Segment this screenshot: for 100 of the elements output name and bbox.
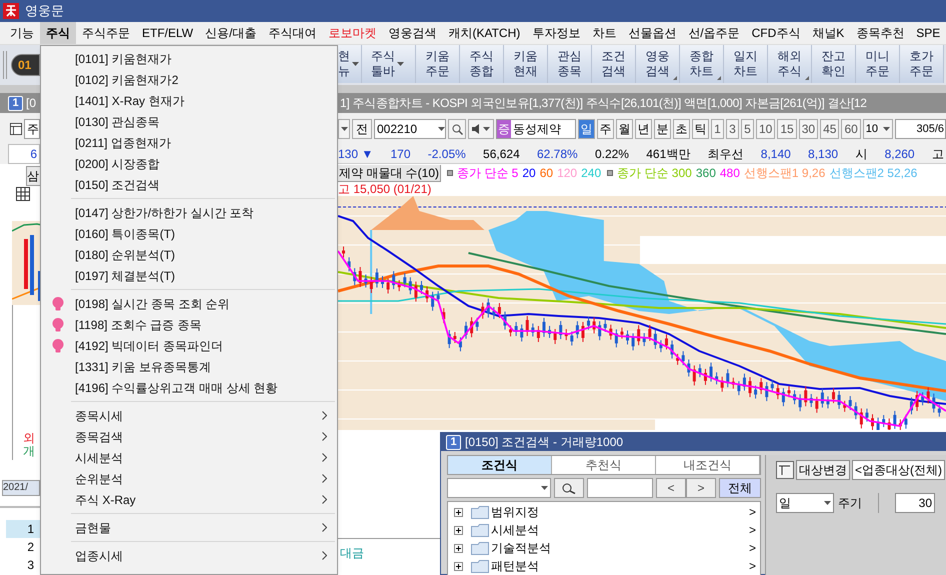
legend-toggle-icon[interactable] xyxy=(447,170,454,176)
menu-item[interactable]: [0147] 상한가/하한가 실시간 포착 xyxy=(41,202,337,223)
number-spinner[interactable]: 30 xyxy=(895,493,935,513)
toolbar-button[interactable]: 영웅 검색 xyxy=(636,45,680,83)
menu-item[interactable]: 주식 X-Ray xyxy=(41,489,337,510)
menu-bar-item[interactable]: 기능 xyxy=(4,22,40,44)
interval-button[interactable]: 15 xyxy=(777,119,797,139)
interval-button[interactable]: 45 xyxy=(820,119,840,139)
toolbar-button[interactable]: 잔고 확인 xyxy=(812,45,856,83)
unit-tab[interactable]: 분 xyxy=(654,119,671,139)
all-button[interactable]: 전체 xyxy=(719,478,761,498)
menu-bar-item[interactable]: 차트 xyxy=(586,22,622,44)
count-dropdown[interactable]: 10 xyxy=(862,119,893,139)
interval-button[interactable]: 30 xyxy=(798,119,818,139)
menu-item[interactable]: 종목시세 xyxy=(41,405,337,426)
menu-item[interactable]: [0200] 시장종합 xyxy=(41,153,337,174)
toolbar-button[interactable]: 주식 종합 xyxy=(460,45,504,83)
previous-button[interactable]: < xyxy=(656,478,686,498)
menu-bar-item[interactable]: 종목추천 xyxy=(850,22,910,44)
menu-item[interactable]: 금현물 xyxy=(41,517,337,538)
toolbar-button[interactable]: 키움 현재 xyxy=(504,45,548,83)
menu-bar-item[interactable]: 주식 xyxy=(40,22,76,44)
indicator-button[interactable]: 제약 매물대 수(10) xyxy=(338,164,442,182)
menu-bar-item[interactable]: 신용/대출 xyxy=(199,22,262,44)
stock-name-field[interactable]: 증 동성제약 xyxy=(496,119,576,139)
search-field[interactable] xyxy=(587,478,653,498)
screen-number-pill[interactable]: 01 xyxy=(11,54,40,76)
menu-item[interactable]: [0160] 특이종목(T) xyxy=(41,223,337,244)
period-tab[interactable]: 월 xyxy=(616,119,633,139)
period-dropdown[interactable]: 일 xyxy=(776,493,834,513)
tree-item[interactable]: 기술적분석 > xyxy=(448,539,760,557)
menu-bar-item[interactable]: 캐치(KATCH) xyxy=(442,22,526,44)
expand-icon[interactable] xyxy=(454,526,463,534)
menu-item[interactable]: 종목검색 xyxy=(41,426,337,447)
menu-item[interactable]: [0180] 순위분석(T) xyxy=(41,244,337,265)
menu-bar-item[interactable]: 영웅검색 xyxy=(382,22,442,44)
expand-icon[interactable] xyxy=(454,508,463,516)
search-button[interactable] xyxy=(448,119,466,139)
menu-item[interactable]: [0102] 키움현재가2 xyxy=(41,69,337,90)
next-button[interactable]: > xyxy=(686,478,716,498)
tab[interactable]: 조건식 xyxy=(448,456,552,474)
toolbar-button[interactable]: 미니 주문 xyxy=(856,45,900,83)
menu-item[interactable]: [1198] 조회수 급증 종목 xyxy=(41,314,337,335)
grid-icon[interactable] xyxy=(16,187,30,201)
period-tab[interactable]: 주 xyxy=(597,119,614,139)
expand-icon[interactable] xyxy=(454,544,463,552)
menu-item[interactable]: [0130] 관심종목 xyxy=(41,111,337,132)
menu-item[interactable]: [0198] 실시간 종목 조회 순위 xyxy=(41,293,337,314)
interval-button[interactable]: 3 xyxy=(726,119,739,139)
menu-bar-item[interactable]: ETF/ELW xyxy=(136,22,200,44)
menu-item[interactable]: [4192] 빅데이터 종목파인더 xyxy=(41,335,337,356)
tree-item[interactable]: 패턴분석 > xyxy=(448,557,760,575)
toolbar-button[interactable]: 일지 차트 xyxy=(724,45,768,83)
stock-code-field[interactable]: 주 xyxy=(24,119,40,139)
menu-bar-item[interactable]: 주식대여 xyxy=(262,22,322,44)
search-button[interactable] xyxy=(554,478,584,498)
interval-button[interactable]: 5 xyxy=(741,119,754,139)
row-number[interactable]: 1 xyxy=(6,520,40,538)
interval-button[interactable]: 10 xyxy=(756,119,776,139)
tree-item[interactable]: 시세분석 > xyxy=(448,521,760,539)
period-tab[interactable]: 일 xyxy=(578,119,595,139)
menu-bar-item[interactable]: 로보마켓 xyxy=(322,22,382,44)
speaker-button[interactable] xyxy=(468,119,494,139)
menu-bar-item[interactable]: 투자정보 xyxy=(526,22,586,44)
menu-bar-item[interactable]: 채널K xyxy=(806,22,850,44)
panel-toggle-icon[interactable] xyxy=(776,461,794,479)
menu-item[interactable]: [0211] 업종현재가 xyxy=(41,132,337,153)
toolbar-button[interactable]: 관심 종목 xyxy=(548,45,592,83)
change-target-button[interactable]: 대상변경 xyxy=(796,460,850,480)
toolbar-button[interactable]: 종합 차트 xyxy=(680,45,724,83)
dropdown-button[interactable] xyxy=(338,119,350,139)
tree-item[interactable]: 범위지정 > xyxy=(448,503,760,521)
menu-bar-item[interactable]: 선물옵션 xyxy=(622,22,682,44)
menu-item[interactable]: [0101] 키움현재가 xyxy=(41,48,337,69)
menu-bar-item[interactable]: 선/옵주문 xyxy=(682,22,746,44)
toolbar-button[interactable]: 키움 주문 xyxy=(416,45,460,83)
menu-item[interactable]: [0197] 체결분석(T) xyxy=(41,265,337,286)
menu-bar-item[interactable]: CFD주식 xyxy=(746,22,806,44)
prefix-button[interactable]: 전 xyxy=(352,119,372,139)
toolbar-button[interactable]: 호가 주문 xyxy=(900,45,944,83)
toolbar-button[interactable]: 조건 검색 xyxy=(592,45,636,83)
menu-item[interactable]: [0150] 조건검색 xyxy=(41,174,337,195)
stock-code-field[interactable]: 002210 xyxy=(374,119,446,139)
menu-item[interactable]: [4196] 수익률상위고객 매매 상세 현황 xyxy=(41,377,337,398)
toolbar-button[interactable]: 해외 주식 xyxy=(768,45,812,83)
panel-toggle-icon[interactable] xyxy=(10,122,22,136)
menu-item[interactable]: 업종시세 xyxy=(41,545,337,566)
interval-button[interactable]: 60 xyxy=(841,119,861,139)
menu-bar-item[interactable]: 주식주문 xyxy=(76,22,136,44)
period-tab[interactable]: 년 xyxy=(635,119,652,139)
menu-bar-item[interactable]: SPE xyxy=(910,22,946,44)
expand-icon[interactable] xyxy=(454,562,463,570)
toolbar-button[interactable]: 현 뉴 xyxy=(338,45,362,83)
interval-button[interactable]: 1 xyxy=(711,119,724,139)
unit-tab[interactable]: 초 xyxy=(673,119,690,139)
menu-item[interactable]: 시세분석 xyxy=(41,447,337,468)
menu-item[interactable]: [1401] X-Ray 현재가 xyxy=(41,90,337,111)
legend-toggle-icon[interactable] xyxy=(607,170,614,176)
menu-item[interactable]: [1331] 키움 보유종목통계 xyxy=(41,356,337,377)
toolbar-button[interactable]: 주식 툴바 xyxy=(362,45,416,83)
